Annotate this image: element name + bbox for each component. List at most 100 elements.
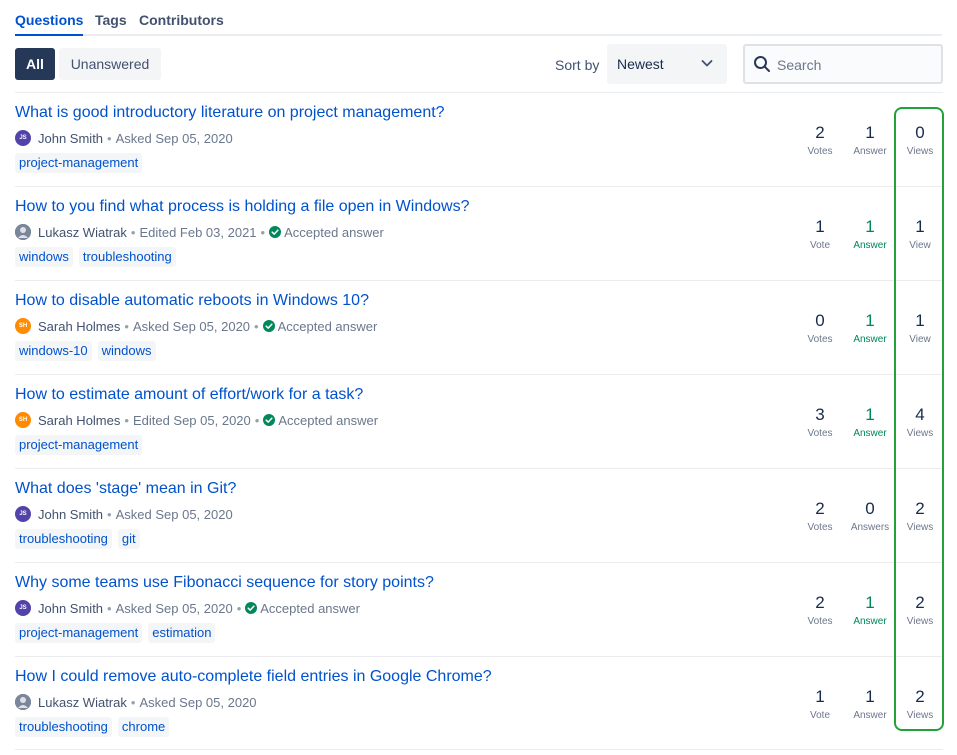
meta-separator: • bbox=[130, 694, 136, 710]
check-circle-icon bbox=[245, 602, 258, 614]
tag-link[interactable]: windows bbox=[97, 341, 156, 361]
tag-link[interactable]: troubleshooting bbox=[15, 529, 112, 549]
filter-unanswered-button[interactable]: Unanswered bbox=[59, 48, 161, 80]
question-action-date: Asked Sep 05, 2020 bbox=[139, 694, 257, 710]
author-link[interactable]: Sarah Holmes bbox=[38, 319, 120, 334]
question-title-link[interactable]: How to estimate amount of effort/work fo… bbox=[15, 386, 363, 404]
votes-stat: 2 Votes bbox=[795, 593, 845, 629]
answers-count: 1 bbox=[865, 123, 875, 142]
avatar-js[interactable]: JS bbox=[15, 600, 31, 616]
question-title-link[interactable]: Why some teams use Fibonacci sequence fo… bbox=[15, 574, 434, 592]
answers-label: Answer bbox=[853, 710, 887, 721]
tag-link[interactable]: estimation bbox=[148, 623, 216, 643]
votes-stat: 0 Votes bbox=[795, 311, 845, 347]
sort-select[interactable]: Newest bbox=[607, 44, 727, 84]
votes-count: 1 bbox=[815, 687, 825, 706]
tag-list: project-management bbox=[15, 153, 143, 173]
author-link[interactable]: Sarah Holmes bbox=[38, 413, 120, 428]
search-box[interactable] bbox=[743, 44, 943, 84]
views-label: Views bbox=[906, 146, 934, 157]
question-meta: SH Sarah Holmes • Asked Sep 05, 2020 • Accept… bbox=[15, 318, 377, 334]
votes-label: Votes bbox=[807, 616, 833, 627]
views-count: 2 bbox=[915, 687, 925, 706]
avatar-initials: JS bbox=[19, 135, 27, 141]
answers-count: 1 bbox=[865, 311, 875, 330]
meta-separator: • bbox=[107, 130, 112, 146]
answers-count: 1 bbox=[865, 217, 875, 236]
votes-count: 2 bbox=[815, 499, 825, 518]
tag-list: project-management estimation bbox=[15, 623, 216, 643]
votes-count: 1 bbox=[815, 217, 825, 236]
tag-link[interactable]: chrome bbox=[117, 717, 170, 737]
author-link[interactable]: Lukasz Wiatrak bbox=[38, 695, 127, 710]
avatar-js[interactable]: JS bbox=[15, 130, 31, 146]
tab-contributors[interactable]: Contributors bbox=[139, 12, 224, 36]
filter-all-button[interactable]: All bbox=[15, 48, 55, 80]
avatar-js[interactable]: JS bbox=[15, 506, 31, 522]
question-action-date: Asked Sep 05, 2020 bbox=[115, 130, 233, 146]
meta-separator: • bbox=[130, 224, 136, 240]
tag-link[interactable]: troubleshooting bbox=[15, 717, 112, 737]
answers-stat: 1 Answer bbox=[845, 405, 895, 441]
question-row: How to you find what process is holding … bbox=[15, 186, 943, 280]
views-stat: 1 View bbox=[895, 311, 945, 347]
votes-label: Vote bbox=[809, 710, 831, 721]
question-meta: JS John Smith • Asked Sep 05, 2020 bbox=[15, 506, 233, 522]
answers-count: 1 bbox=[865, 687, 875, 706]
views-label: Views bbox=[906, 616, 934, 627]
views-stat: 4 Views bbox=[895, 405, 945, 441]
views-stat: 0 Views bbox=[895, 123, 945, 159]
question-meta: Lukasz Wiatrak • Edited Feb 03, 2021 • Accep… bbox=[15, 224, 384, 240]
votes-label: Votes bbox=[807, 428, 833, 439]
author-link[interactable]: Lukasz Wiatrak bbox=[38, 225, 127, 240]
views-stat: 1 View bbox=[895, 217, 945, 253]
tag-link[interactable]: windows bbox=[15, 247, 73, 267]
question-meta: Lukasz Wiatrak • Asked Sep 05, 2020 bbox=[15, 694, 257, 710]
tag-link[interactable]: project-management bbox=[15, 623, 143, 643]
question-title-link[interactable]: How I could remove auto-complete field e… bbox=[15, 668, 492, 686]
check-circle-icon bbox=[263, 414, 276, 426]
tag-link[interactable]: windows-10 bbox=[15, 341, 92, 361]
avatar-initials: SH bbox=[18, 323, 28, 329]
search-icon bbox=[754, 56, 770, 72]
tab-questions[interactable]: Questions bbox=[15, 12, 84, 36]
tag-link[interactable]: project-management bbox=[15, 435, 143, 455]
tag-link[interactable]: troubleshooting bbox=[78, 247, 176, 267]
sort-value: Newest bbox=[617, 56, 664, 72]
question-row: How to estimate amount of effort/work fo… bbox=[15, 374, 943, 468]
question-meta: JS John Smith • Asked Sep 05, 2020 bbox=[15, 130, 233, 146]
avatar-initials: JS bbox=[19, 605, 27, 611]
tag-link[interactable]: git bbox=[117, 529, 140, 549]
question-title-link[interactable]: How to you find what process is holding … bbox=[15, 198, 469, 216]
question-title-link[interactable]: How to disable automatic reboots in Wind… bbox=[15, 292, 369, 310]
tag-link[interactable]: project-management bbox=[15, 153, 143, 173]
question-title-link[interactable]: What does 'stage' mean in Git? bbox=[15, 480, 236, 498]
check-circle-icon bbox=[262, 320, 275, 332]
author-link[interactable]: John Smith bbox=[38, 507, 103, 522]
meta-separator: • bbox=[107, 600, 112, 616]
answers-stat: 1 Answer bbox=[845, 593, 895, 629]
votes-stat: 2 Votes bbox=[795, 123, 845, 159]
avatar-sh[interactable]: SH bbox=[15, 318, 31, 334]
votes-label: Votes bbox=[807, 334, 833, 345]
check-circle-icon bbox=[269, 226, 282, 238]
answers-stat: 1 Answer bbox=[845, 687, 895, 723]
avatar-initials: JS bbox=[19, 511, 27, 517]
views-count: 1 bbox=[915, 311, 925, 330]
question-row: How I could remove auto-complete field e… bbox=[15, 656, 943, 750]
author-link[interactable]: John Smith bbox=[38, 131, 103, 146]
tab-tags[interactable]: Tags bbox=[95, 12, 127, 36]
question-list: What is good introductory literature on … bbox=[15, 92, 943, 750]
question-title-link[interactable]: What is good introductory literature on … bbox=[15, 104, 445, 122]
avatar-sh[interactable]: SH bbox=[15, 412, 31, 428]
avatar-photo[interactable] bbox=[15, 694, 31, 710]
votes-count: 2 bbox=[815, 123, 825, 142]
views-label: View bbox=[909, 240, 931, 251]
author-link[interactable]: John Smith bbox=[38, 601, 103, 616]
question-meta: SH Sarah Holmes • Edited Sep 05, 2020 • Accep… bbox=[15, 412, 378, 428]
question-row: Why some teams use Fibonacci sequence fo… bbox=[15, 562, 943, 656]
views-label: View bbox=[909, 334, 931, 345]
avatar-photo[interactable] bbox=[15, 224, 31, 240]
votes-stat: 1 Vote bbox=[795, 217, 845, 253]
search-input[interactable] bbox=[777, 55, 927, 75]
